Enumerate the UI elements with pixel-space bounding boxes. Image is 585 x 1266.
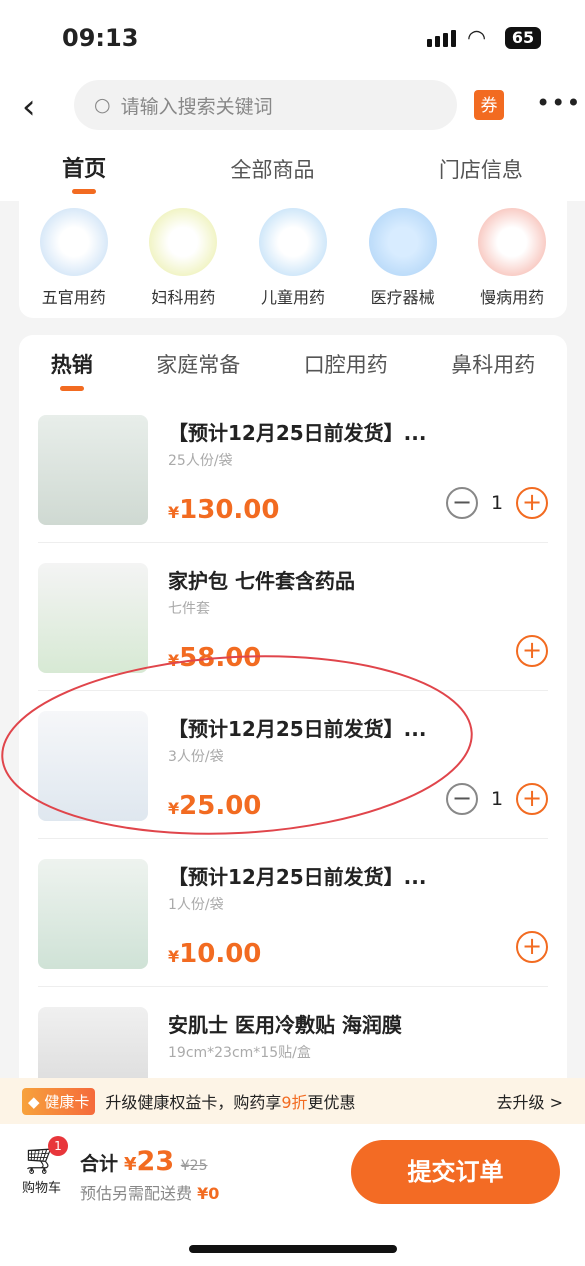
product-price: ¥10.00 <box>168 939 262 969</box>
category-image <box>478 208 547 276</box>
product-item[interactable]: 【预计12月25日前发货】... 25人份/袋 ¥130.00 −1 + <box>38 395 548 543</box>
tab-all-products[interactable]: 全部商品 <box>231 143 315 201</box>
banner-text-post: 更优惠 <box>307 1093 356 1112</box>
category-image <box>258 208 327 276</box>
category-item[interactable]: 慢病用药 <box>467 208 557 318</box>
product-item[interactable]: 【预计12月25日前发货】... 1人份/袋 ¥10.00 + <box>38 839 548 987</box>
product-tabs: 热销 家庭常备 口腔用药 鼻科用药 <box>19 335 567 395</box>
product-image <box>38 711 148 821</box>
product-spec: 1人份/袋 <box>168 897 224 913</box>
category-label: 五官用药 <box>41 288 106 307</box>
total: 合计 ¥23 ¥25 <box>80 1146 208 1177</box>
product-item[interactable]: 家护包 七件套含药品 七件套 ¥58.00 + <box>38 543 548 691</box>
category-item[interactable]: 五官用药 <box>29 208 119 318</box>
tab-hot[interactable]: 热销 <box>51 335 93 395</box>
product-list: 热销 家庭常备 口腔用药 鼻科用药 【预计12月25日前发货】... 25人份/… <box>19 335 567 1095</box>
delivery-fee: 预估另需配送费 ¥0 <box>80 1184 220 1203</box>
banner-text: 升级健康权益卡，购药享 <box>105 1093 282 1112</box>
tab-family[interactable]: 家庭常备 <box>156 335 240 395</box>
product-price: ¥25.00 <box>168 791 262 821</box>
tab-nasal[interactable]: 鼻科用药 <box>451 335 535 395</box>
quantity: 1 <box>490 492 504 514</box>
wifi-icon: ◠ <box>467 26 487 51</box>
product-price: ¥58.00 <box>168 643 262 673</box>
banner-discount: 9折 <box>281 1093 308 1112</box>
plus-button[interactable]: + <box>516 931 548 963</box>
product-name: 【预计12月25日前发货】... <box>168 717 427 741</box>
product-image <box>38 415 148 525</box>
tab-home[interactable]: 首页 <box>62 143 106 201</box>
status-bar: 09:13 ◠ 65 <box>0 0 585 75</box>
minus-button[interactable]: − <box>446 783 478 815</box>
search-icon: ○ <box>94 94 111 116</box>
product-name: 安肌士 医用冷敷贴 海润膜 <box>168 1013 402 1037</box>
cart-badge: 1 <box>48 1136 68 1156</box>
search-input[interactable]: ○ 请输入搜索关键词 <box>74 80 457 130</box>
plus-button[interactable]: + <box>516 487 548 519</box>
tab-oral[interactable]: 口腔用药 <box>304 335 388 395</box>
clock: 09:13 <box>62 24 139 52</box>
health-card-banner[interactable]: ◆ 健康卡 升级健康权益卡，购药享 9折 更优惠 去升级 > <box>0 1078 585 1124</box>
battery-icon: 65 <box>505 27 541 49</box>
plus-button[interactable]: + <box>516 635 548 667</box>
submit-order-button[interactable]: 提交订单 <box>351 1140 560 1204</box>
upgrade-link[interactable]: 去升级 > <box>497 1089 564 1113</box>
signal-icon <box>427 30 456 47</box>
coupon-icon[interactable]: 券 <box>474 90 504 120</box>
product-name: 家护包 七件套含药品 <box>168 569 355 593</box>
category-label: 妇科用药 <box>151 288 216 307</box>
category-image <box>39 208 108 276</box>
more-icon[interactable]: ••• <box>536 89 581 117</box>
category-label: 医疗器械 <box>370 288 435 307</box>
quantity: 1 <box>490 788 504 810</box>
tab-store-info[interactable]: 门店信息 <box>439 143 523 201</box>
home-indicator <box>189 1245 397 1253</box>
product-name: 【预计12月25日前发货】... <box>168 865 427 889</box>
back-icon[interactable]: ‹ <box>22 87 36 127</box>
product-spec: 3人份/袋 <box>168 749 224 765</box>
product-name: 【预计12月25日前发货】... <box>168 421 427 445</box>
product-spec: 七件套 <box>168 601 210 617</box>
cart-button[interactable]: 🛒︎ 1 购物车 <box>22 1136 68 1196</box>
category-item[interactable]: 儿童用药 <box>248 208 338 318</box>
health-card-badge: ◆ 健康卡 <box>22 1087 96 1115</box>
category-item[interactable]: 妇科用药 <box>138 208 228 318</box>
category-image <box>149 208 218 276</box>
minus-button[interactable]: − <box>446 487 478 519</box>
product-image <box>38 563 148 673</box>
category-item[interactable]: 医疗器械 <box>358 208 448 318</box>
plus-button[interactable]: + <box>516 783 548 815</box>
header: ‹ ○ 请输入搜索关键词 券 ••• <box>0 75 585 143</box>
category-row: 五官用药 妇科用药 儿童用药 医疗器械 慢病用药 <box>19 200 567 318</box>
product-item[interactable]: 【预计12月25日前发货】... 3人份/袋 ¥25.00 −1 + <box>38 691 548 839</box>
category-label: 慢病用药 <box>480 288 545 307</box>
product-spec: 19cm*23cm*15贴/盒 <box>168 1045 311 1061</box>
category-image <box>368 208 437 276</box>
search-placeholder: 请输入搜索关键词 <box>120 95 273 118</box>
category-label: 儿童用药 <box>260 288 325 307</box>
product-price: ¥130.00 <box>168 495 280 525</box>
main-tabs: 首页 全部商品 门店信息 <box>0 143 585 201</box>
cart-label: 购物车 <box>22 1181 62 1196</box>
product-spec: 25人份/袋 <box>168 453 233 469</box>
product-image <box>38 859 148 969</box>
